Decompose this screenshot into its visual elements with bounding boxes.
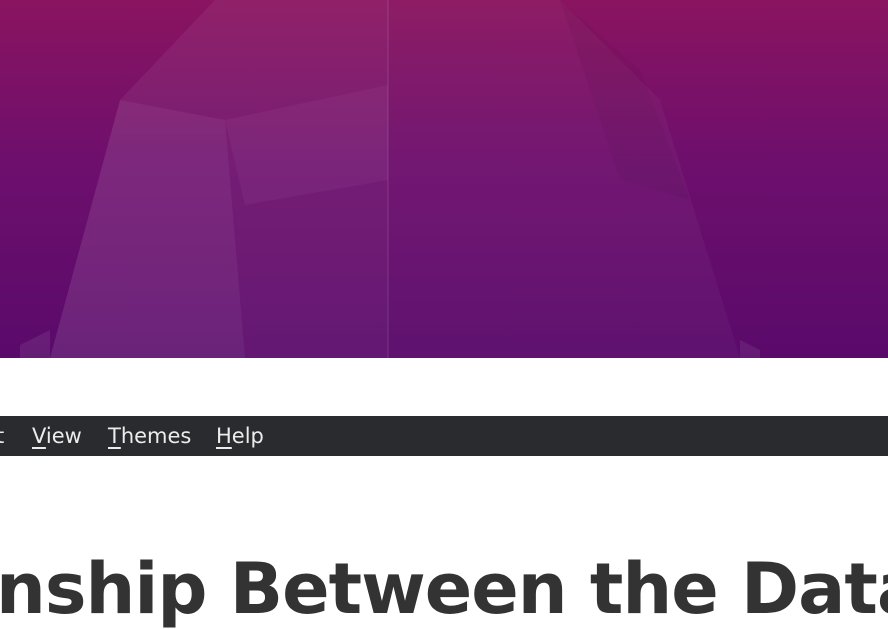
menu-help-label: elp (231, 424, 264, 448)
wallpaper-polygon-art (20, 0, 760, 358)
menu-view-label: iew (45, 424, 82, 448)
document-content: nship Between the Data R (0, 456, 888, 629)
menu-view[interactable]: View (32, 416, 82, 456)
menu-themes-accelerator: T (108, 424, 121, 448)
window-gap (0, 358, 888, 416)
document-heading: nship Between the Data R (0, 548, 888, 629)
menu-themes[interactable]: Themes (108, 416, 191, 456)
menu-help[interactable]: Help (216, 416, 264, 456)
menu-view-accelerator: V (32, 424, 46, 448)
menu-help-accelerator: H (216, 424, 232, 448)
menu-edit-partial[interactable]: t (0, 416, 4, 456)
menu-themes-label: hemes (120, 424, 192, 448)
menu-edit-label: t (0, 424, 5, 448)
menu-bar: t View Themes Help (0, 416, 888, 456)
desktop-wallpaper (0, 0, 888, 358)
